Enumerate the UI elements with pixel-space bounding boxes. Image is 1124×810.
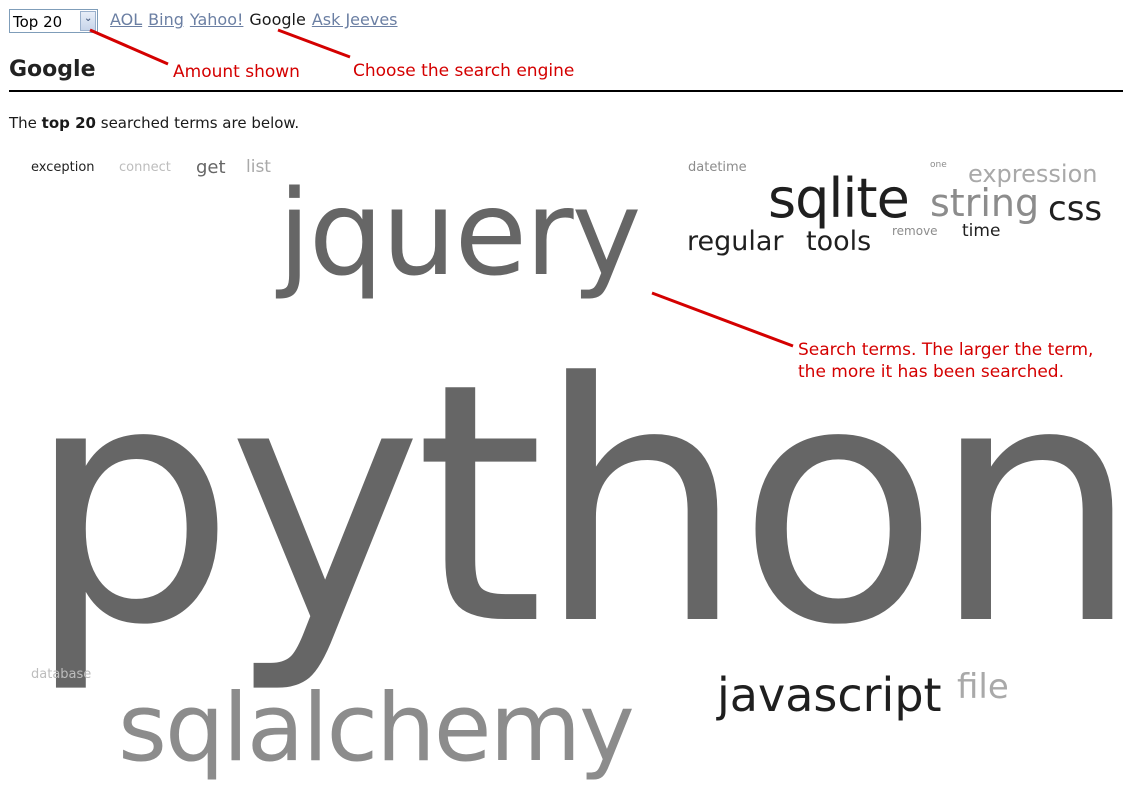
annotation-search-terms: Search terms. The larger the term, the m… — [798, 340, 1094, 382]
arrow-terms — [651, 291, 794, 348]
arrow-engine — [277, 28, 351, 59]
arrow-amount — [89, 28, 169, 66]
annotation-search-engine: Choose the search engine — [353, 61, 575, 81]
annotation-arrows — [89, 28, 794, 348]
annotation-amount-shown: Amount shown — [173, 62, 300, 82]
